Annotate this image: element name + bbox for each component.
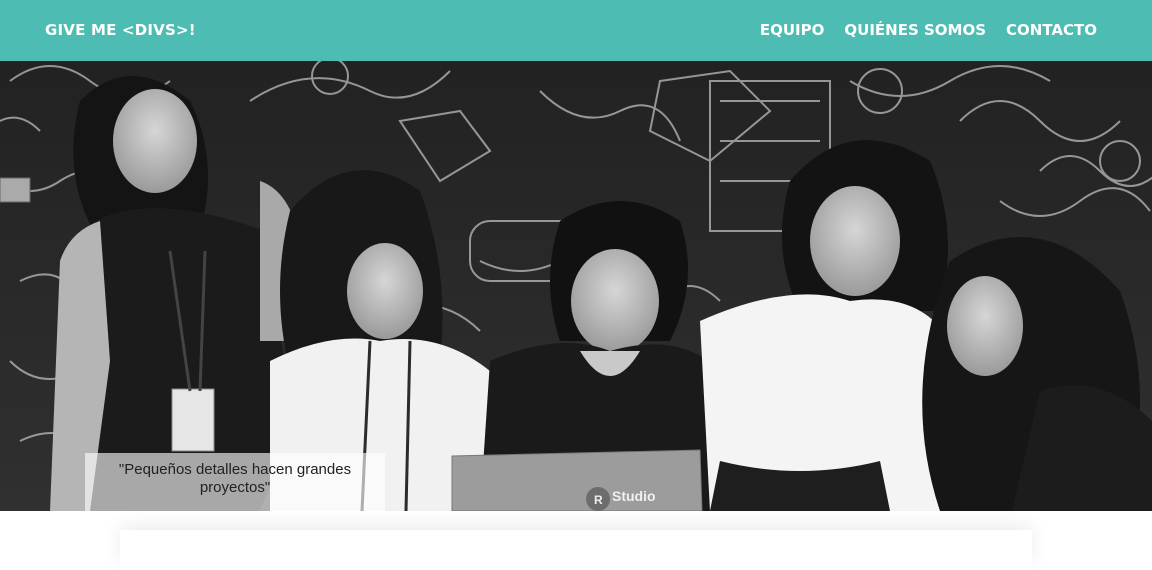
hero-team-photo: R Studio [0,61,1152,511]
hero-caption: "Pequeños detalles hacen grandes proyect… [85,453,385,511]
hero-section: R Studio "Pequeños detalles hacen grande… [0,61,1152,511]
top-navbar: GIVE ME <DIVS>! EQUIPO QUIÉNES SOMOS CON… [0,0,1152,61]
nav-link-equipo[interactable]: EQUIPO [760,21,825,39]
svg-text:Studio: Studio [612,488,656,504]
hero-caption-text: "Pequeños detalles hacen grandes proyect… [118,461,352,496]
nav-links: EQUIPO QUIÉNES SOMOS CONTACTO [760,21,1097,39]
svg-text:R: R [594,493,603,507]
brand-logo-link[interactable]: GIVE ME <DIVS>! [45,21,196,39]
nav-link-contacto[interactable]: CONTACTO [1006,21,1097,39]
nav-link-quienes-somos[interactable]: QUIÉNES SOMOS [844,21,986,39]
laptop: R Studio [451,449,703,511]
content-card [120,530,1032,570]
